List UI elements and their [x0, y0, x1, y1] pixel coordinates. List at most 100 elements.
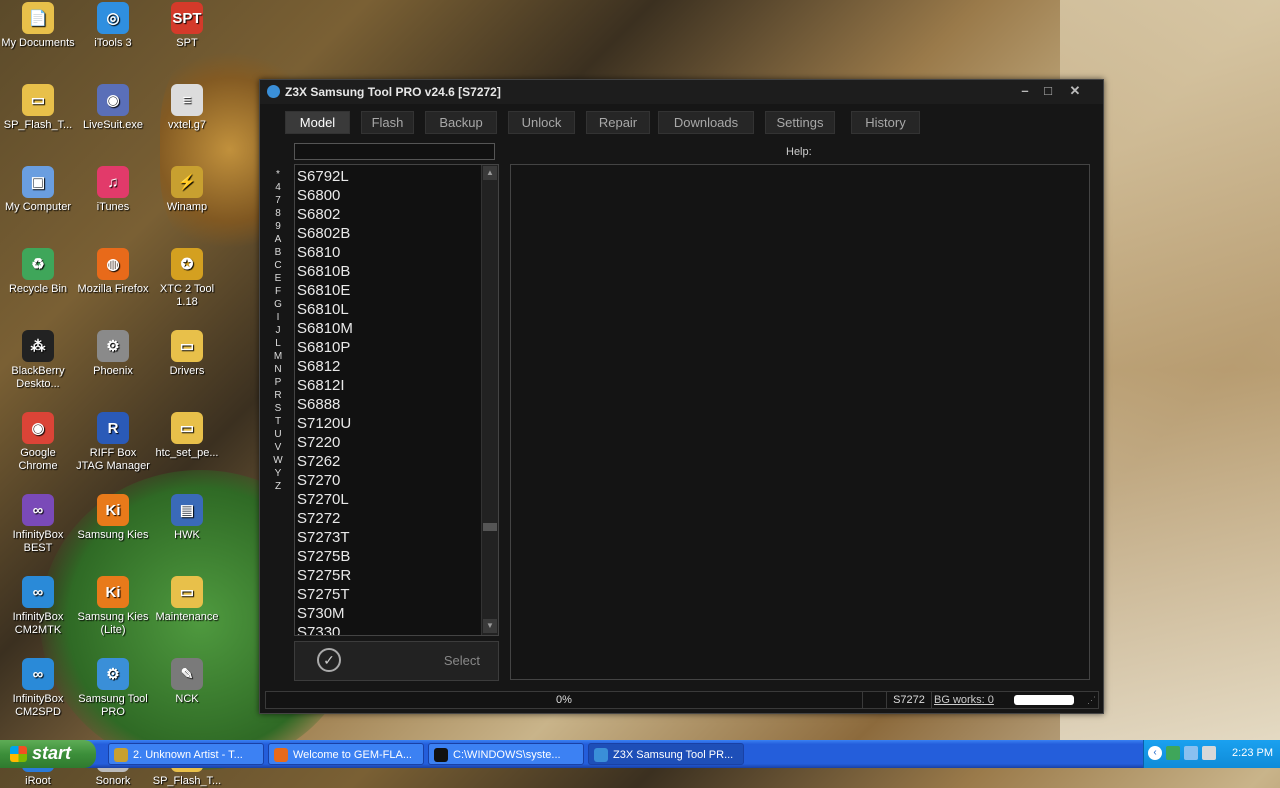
model-list-item[interactable]: S6810 — [297, 243, 477, 262]
model-list-item[interactable]: S6810P — [297, 338, 477, 357]
tab-flash[interactable]: Flash — [361, 111, 414, 134]
letter-index-item[interactable]: N — [272, 363, 284, 376]
network-icon[interactable] — [1166, 746, 1180, 760]
model-list-item[interactable]: S6800 — [297, 186, 477, 205]
tab-settings[interactable]: Settings — [765, 111, 835, 134]
desktop-icon[interactable]: ▭ Drivers — [149, 330, 225, 378]
scroll-up-icon[interactable]: ▲ — [483, 166, 497, 180]
letter-index-item[interactable]: L — [272, 337, 284, 350]
minimize-button[interactable]: – — [1014, 82, 1036, 100]
letter-index-item[interactable]: 4 — [272, 181, 284, 194]
model-list-item[interactable]: S6812 — [297, 357, 477, 376]
taskbar-item-winamp[interactable]: 2. Unknown Artist - T... — [108, 743, 264, 765]
tray-expand-icon[interactable]: ‹ — [1148, 746, 1162, 760]
scroll-down-icon[interactable]: ▼ — [483, 619, 497, 633]
desktop-icon[interactable]: ⁂ BlackBerry Deskto... — [0, 330, 76, 391]
desktop-icon[interactable]: ⚙ Samsung Tool PRO — [75, 658, 151, 719]
tool-icon[interactable] — [1202, 746, 1216, 760]
model-list-item[interactable]: S7220 — [297, 433, 477, 452]
taskbar-item-cmd[interactable]: C:\WINDOWS\syste... — [428, 743, 584, 765]
start-button[interactable]: start — [0, 740, 96, 768]
desktop-icon[interactable]: Ki Samsung Kies (Lite) — [75, 576, 151, 637]
resize-grip-icon[interactable]: ⋰ — [1087, 695, 1096, 706]
model-list-item[interactable]: S6802 — [297, 205, 477, 224]
letter-index-item[interactable]: W — [272, 454, 284, 467]
letter-index-item[interactable]: U — [272, 428, 284, 441]
model-list-item[interactable]: S6802B — [297, 224, 477, 243]
model-list-item[interactable]: S730M — [297, 604, 477, 623]
model-list-item[interactable]: S6888 — [297, 395, 477, 414]
desktop-icon[interactable]: ▭ SP_Flash_T... — [0, 84, 76, 132]
desktop-icon[interactable]: SPT SPT — [149, 2, 225, 50]
letter-index-item[interactable]: I — [272, 311, 284, 324]
letter-index-item[interactable]: * — [272, 168, 284, 181]
letter-index-item[interactable]: Y — [272, 467, 284, 480]
desktop-icon[interactable]: ◉ LiveSuit.exe — [75, 84, 151, 132]
letter-index-item[interactable]: R — [272, 389, 284, 402]
desktop-icon[interactable]: Ki Samsung Kies — [75, 494, 151, 542]
letter-index-item[interactable]: E — [272, 272, 284, 285]
desktop-icon[interactable]: R RIFF Box JTAG Manager — [75, 412, 151, 473]
close-button[interactable]: ✕ — [1064, 82, 1086, 100]
display-icon[interactable] — [1184, 746, 1198, 760]
letter-index-item[interactable]: Z — [272, 480, 284, 493]
select-button[interactable]: ✓ Select — [294, 641, 499, 681]
taskbar-item-z3x[interactable]: Z3X Samsung Tool PR... — [588, 743, 744, 765]
letter-index-item[interactable]: V — [272, 441, 284, 454]
desktop-icon[interactable]: ▭ htc_set_pe... — [149, 412, 225, 460]
desktop-icon[interactable]: 📄 My Documents — [0, 2, 76, 50]
desktop-icon[interactable]: ⚡ Winamp — [149, 166, 225, 214]
desktop-icon[interactable]: ∞ InfinityBox CM2SPD — [0, 658, 76, 719]
model-list-item[interactable]: S6810E — [297, 281, 477, 300]
bg-works-link[interactable]: BG works: 0 — [934, 692, 994, 708]
letter-index-item[interactable]: 9 — [272, 220, 284, 233]
letter-index-item[interactable]: A — [272, 233, 284, 246]
tab-model[interactable]: Model — [285, 111, 350, 134]
letter-index-item[interactable]: G — [272, 298, 284, 311]
model-list-item[interactable]: S7275T — [297, 585, 477, 604]
desktop-icon[interactable]: ◍ Mozilla Firefox — [75, 248, 151, 296]
scroll-thumb[interactable] — [483, 523, 497, 531]
model-list-item[interactable]: S7270L — [297, 490, 477, 509]
tab-repair[interactable]: Repair — [586, 111, 650, 134]
title-bar[interactable]: Z3X Samsung Tool PRO v24.6 [S7272] – □ ✕ — [260, 80, 1103, 104]
model-list[interactable]: S6792L S6800 S6802 S6802B S6810 S6810B S6810E S… — [294, 164, 499, 636]
model-list-item[interactable]: S7262 — [297, 452, 477, 471]
letter-index-item[interactable]: M — [272, 350, 284, 363]
model-list-item[interactable]: S7275R — [297, 566, 477, 585]
letter-index-item[interactable]: T — [272, 415, 284, 428]
letter-index-item[interactable]: P — [272, 376, 284, 389]
model-list-item[interactable]: S6810L — [297, 300, 477, 319]
desktop-icon[interactable]: ♻ Recycle Bin — [0, 248, 76, 296]
tab-downloads[interactable]: Downloads — [658, 111, 754, 134]
model-list-item[interactable]: S6810M — [297, 319, 477, 338]
model-list-item[interactable]: S7270 — [297, 471, 477, 490]
maximize-button[interactable]: □ — [1037, 82, 1059, 100]
desktop-icon[interactable]: ✎ NCK — [149, 658, 225, 706]
desktop-icon[interactable]: ▤ HWK — [149, 494, 225, 542]
desktop-icon[interactable]: ▭ Maintenance — [149, 576, 225, 624]
model-list-item[interactable]: S6810B — [297, 262, 477, 281]
tab-history[interactable]: History — [851, 111, 920, 134]
letter-index-item[interactable]: F — [272, 285, 284, 298]
desktop-icon[interactable]: ≡ vxtel.g7 — [149, 84, 225, 132]
letter-index-item[interactable]: B — [272, 246, 284, 259]
letter-index-item[interactable]: J — [272, 324, 284, 337]
model-list-item[interactable]: S6792L — [297, 167, 477, 186]
model-list-item[interactable]: S7273T — [297, 528, 477, 547]
model-list-item[interactable]: S6812I — [297, 376, 477, 395]
letter-index-item[interactable]: S — [272, 402, 284, 415]
model-list-item[interactable]: S7330 — [297, 623, 477, 635]
model-list-item[interactable]: S7275B — [297, 547, 477, 566]
desktop-icon[interactable]: ▣ My Computer — [0, 166, 76, 214]
desktop-icon[interactable]: ✪ XTC 2 Tool 1.18 — [149, 248, 225, 309]
model-search-input[interactable] — [294, 143, 495, 160]
taskbar-item-firefox[interactable]: Welcome to GEM-FLA... — [268, 743, 424, 765]
tab-unlock[interactable]: Unlock — [508, 111, 575, 134]
desktop-icon[interactable]: ◉ Google Chrome — [0, 412, 76, 473]
tab-backup[interactable]: Backup — [425, 111, 497, 134]
desktop-icon[interactable]: ♫ iTunes — [75, 166, 151, 214]
desktop-icon[interactable]: ∞ InfinityBox BEST — [0, 494, 76, 555]
model-list-scrollbar[interactable]: ▲ ▼ — [481, 165, 498, 635]
model-list-item[interactable]: S7272 — [297, 509, 477, 528]
